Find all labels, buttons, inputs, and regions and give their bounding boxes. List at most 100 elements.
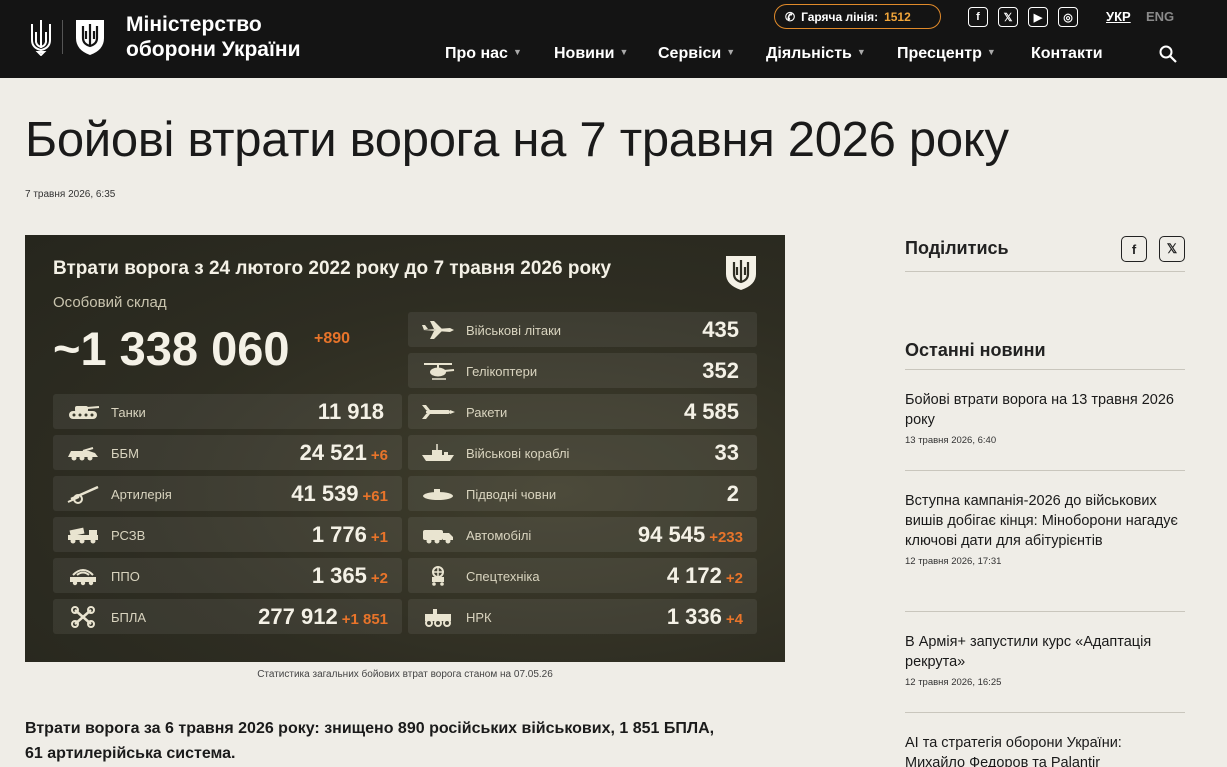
chevron-down-icon: ▼ xyxy=(512,47,522,57)
artillery-icon xyxy=(67,485,99,504)
loss-label: Автомобілі xyxy=(466,528,532,543)
article-lead: Втрати ворога за 6 травня 2026 року: зни… xyxy=(25,716,795,766)
nav-contacts-label: Контакти xyxy=(1031,45,1103,62)
loss-row-air-defense: ППО 1 365 +2 xyxy=(53,558,402,593)
news-divider xyxy=(905,369,1185,370)
ugv-icon xyxy=(425,609,451,627)
loss-total: 11 918 xyxy=(317,399,384,424)
news-divider xyxy=(905,712,1185,713)
hotline-label: Гаряча лінія: xyxy=(801,9,879,24)
loss-row-helicopters: Гелікоптери 352 xyxy=(408,353,757,388)
site-header: Міністерство оборони України ✆ Гаряча лі… xyxy=(0,0,1227,78)
loss-delta: +4 xyxy=(725,611,743,628)
loss-total: 352 xyxy=(702,358,739,383)
loss-value: 2 xyxy=(727,481,743,507)
loss-delta: +1 851 xyxy=(341,611,388,628)
loss-delta: +1 xyxy=(370,529,388,546)
chevron-down-icon: ▼ xyxy=(726,47,736,57)
instagram-icon[interactable]: ◎ xyxy=(1058,7,1078,27)
loss-delta: +6 xyxy=(370,447,388,464)
personnel-value: ~1 338 060 xyxy=(53,322,290,375)
nav-press-center[interactable]: Пресцентр ▼ xyxy=(897,45,996,63)
loss-label: Ракети xyxy=(466,405,508,420)
loss-label: ББМ xyxy=(111,446,139,461)
ministry-shield-icon xyxy=(726,256,756,290)
share-divider xyxy=(905,271,1185,272)
logo-line-2: оборони України xyxy=(126,38,301,61)
search-icon[interactable] xyxy=(1159,45,1177,63)
news-item[interactable]: Бойові втрати ворога на 13 травня 2026 р… xyxy=(905,390,1180,446)
loss-label: Гелікоптери xyxy=(466,364,538,379)
share-x-icon[interactable]: 𝕏 xyxy=(1159,236,1185,262)
news-item-date: 13 травня 2026, 6:40 xyxy=(905,435,997,446)
nav-about[interactable]: Про нас ▼ xyxy=(445,45,522,63)
loss-delta: +2 xyxy=(725,570,743,587)
loss-total: 1 365 xyxy=(311,563,367,588)
loss-delta: +2 xyxy=(370,570,388,587)
loss-value: 4 172 +2 xyxy=(667,563,743,589)
nav-contacts[interactable]: Контакти xyxy=(1031,45,1103,63)
loss-row-aircraft: Військові літаки 435 xyxy=(408,312,757,347)
lang-ukr[interactable]: УКР xyxy=(1106,9,1131,24)
ministry-shield-icon[interactable] xyxy=(74,18,106,56)
loss-row-missiles: Ракети 4 585 xyxy=(408,394,757,429)
loss-label: Підводні човни xyxy=(466,487,557,502)
news-item-title[interactable]: В Армія+ запустили курс «Адаптація рекру… xyxy=(905,632,1180,672)
loss-value: 277 912 +1 851 xyxy=(258,604,388,630)
trident-icon[interactable] xyxy=(28,18,54,56)
lang-eng[interactable]: ENG xyxy=(1146,9,1174,24)
loss-value: 1 336 +4 xyxy=(667,604,743,630)
loss-row-apv: ББМ 24 521 +6 xyxy=(53,435,402,470)
loss-value: 33 xyxy=(715,440,743,466)
losses-infographic: Втрати ворога з 24 лютого 2022 року до 7… xyxy=(25,235,785,662)
loss-row-artillery: Артилерія 41 539 +61 xyxy=(53,476,402,511)
loss-row-special-equipment: Спецтехніка 4 172 +2 xyxy=(408,558,757,593)
special-equipment-icon xyxy=(432,566,444,586)
nav-news[interactable]: Новини ▼ xyxy=(554,45,628,63)
news-item[interactable]: В Армія+ запустили курс «Адаптація рекру… xyxy=(905,632,1180,688)
loss-total: 435 xyxy=(702,317,739,342)
loss-total: 1 336 xyxy=(666,604,722,629)
air-defense-icon xyxy=(70,569,96,586)
news-item-title[interactable]: Бойові втрати ворога на 13 травня 2026 р… xyxy=(905,390,1180,430)
news-item[interactable]: Вступна кампанія-2026 до військових виші… xyxy=(905,491,1180,567)
news-item[interactable]: AI та стратегія оборони України: Михайло… xyxy=(905,733,1180,767)
loss-total: 2 xyxy=(726,481,739,506)
share-title: Поділитись xyxy=(905,238,1009,258)
loss-label: НРК xyxy=(466,610,492,625)
loss-total: 277 912 xyxy=(258,604,338,629)
page-title: Бойові втрати ворога на 7 травня 2026 ро… xyxy=(25,113,1009,167)
loss-total: 94 545 xyxy=(637,522,706,547)
loss-label: РСЗВ xyxy=(111,528,146,543)
loss-label: БПЛА xyxy=(111,610,147,625)
chevron-down-icon: ▼ xyxy=(619,47,629,57)
loss-total: 1 776 xyxy=(311,522,367,547)
news-item-title[interactable]: Вступна кампанія-2026 до військових виші… xyxy=(905,491,1180,551)
nav-activity[interactable]: Діяльність ▼ xyxy=(766,45,866,63)
loss-label: Танки xyxy=(111,405,146,420)
loss-value: 1 365 +2 xyxy=(312,563,388,589)
loss-total: 4 585 xyxy=(683,399,739,424)
nav-services-label: Сервіси xyxy=(658,45,722,62)
site-logo-text[interactable]: Міністерство оборони України xyxy=(126,12,301,62)
hotline-badge[interactable]: ✆ Гаряча лінія: 1512 xyxy=(774,4,941,29)
logo-line-1: Міністерство xyxy=(126,13,262,36)
news-item-date: 12 травня 2026, 17:31 xyxy=(905,556,1002,567)
loss-row-uav: БПЛА 277 912 +1 851 xyxy=(53,599,402,634)
facebook-icon[interactable]: f xyxy=(968,7,988,27)
tank-icon xyxy=(69,406,100,419)
drone-icon xyxy=(71,606,95,628)
news-divider xyxy=(905,470,1185,471)
news-item-title[interactable]: AI та стратегія оборони України: Михайло… xyxy=(905,733,1180,767)
aircraft-icon xyxy=(422,321,454,339)
logo-divider xyxy=(62,20,63,54)
personnel-delta: +890 xyxy=(314,330,351,347)
youtube-icon[interactable]: ▶ xyxy=(1028,7,1048,27)
nav-services[interactable]: Сервіси ▼ xyxy=(658,45,735,63)
x-icon[interactable]: 𝕏 xyxy=(998,7,1018,27)
personnel-label: Особовий склад xyxy=(53,294,167,311)
share-facebook-icon[interactable]: f xyxy=(1121,236,1147,262)
loss-value: 41 539 +61 xyxy=(291,481,388,507)
loss-row-mlrs: РСЗВ 1 776 +1 xyxy=(53,517,402,552)
news-divider xyxy=(905,611,1185,612)
